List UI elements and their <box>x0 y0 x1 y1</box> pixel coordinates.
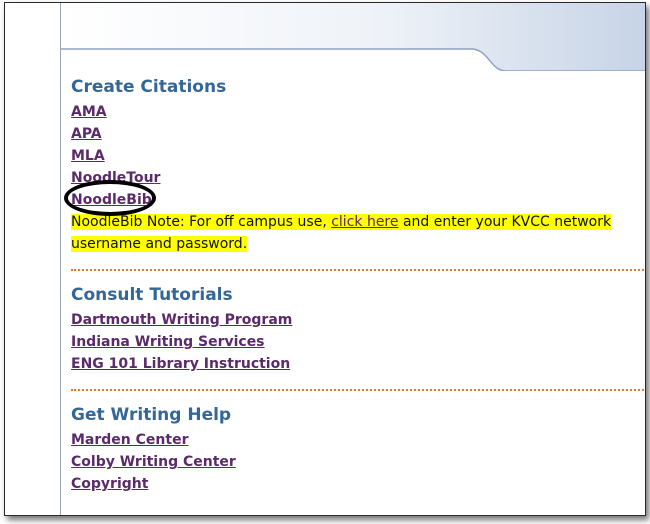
get-writing-help-section: Get Writing Help Marden Center Colby Wri… <box>71 405 641 495</box>
link-indiana-writing-services[interactable]: Indiana Writing Services <box>71 331 641 353</box>
note-text-start: NoodleBib Note: For off campus use, <box>71 214 332 230</box>
click-here-link[interactable]: click here <box>331 214 398 230</box>
link-colby-writing-center[interactable]: Colby Writing Center <box>71 451 641 473</box>
consult-tutorials-title: Consult Tutorials <box>71 285 233 305</box>
get-writing-help-title: Get Writing Help <box>71 405 232 425</box>
left-border-line <box>60 3 61 515</box>
link-copyright[interactable]: Copyright <box>71 473 641 495</box>
create-citations-title: Create Citations <box>71 77 227 97</box>
section-divider <box>71 389 645 391</box>
link-ama[interactable]: AMA <box>71 101 641 123</box>
screenshot-frame: Create Citations AMA APA MLA NoodleTour … <box>4 2 646 516</box>
link-marden-center[interactable]: Marden Center <box>71 429 641 451</box>
main-content: Create Citations AMA APA MLA NoodleTour … <box>71 73 645 495</box>
header-tab-shape <box>61 3 645 71</box>
consult-tutorials-section: Consult Tutorials Dartmouth Writing Prog… <box>71 285 641 375</box>
noodlebib-note: NoodleBib Note: For off campus use, clic… <box>71 211 631 255</box>
link-mla[interactable]: MLA <box>71 145 641 167</box>
link-eng-101-library-instruction[interactable]: ENG 101 Library Instruction <box>71 353 641 375</box>
link-noodletour[interactable]: NoodleTour <box>71 167 641 189</box>
link-noodlebib[interactable]: NoodleBib <box>71 189 641 211</box>
link-apa[interactable]: APA <box>71 123 641 145</box>
link-dartmouth-writing-program[interactable]: Dartmouth Writing Program <box>71 309 641 331</box>
create-citations-section: Create Citations AMA APA MLA NoodleTour … <box>71 77 641 255</box>
section-divider <box>71 269 645 271</box>
